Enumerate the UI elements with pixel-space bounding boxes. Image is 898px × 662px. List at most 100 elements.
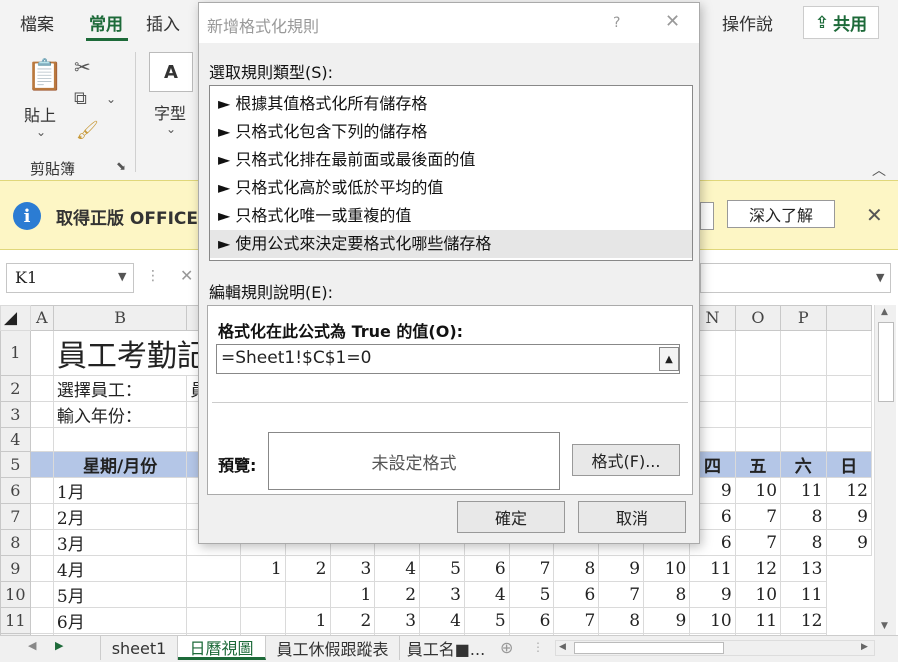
rule-item-unique[interactable]: ► 只格式化唯一或重複的值 <box>210 202 692 230</box>
cell[interactable]: 3月 <box>52 529 188 556</box>
cell[interactable]: 日 <box>825 451 872 478</box>
scroll-down-icon[interactable]: ▼ <box>881 621 888 631</box>
scroll-thumb[interactable] <box>574 642 724 654</box>
help-icon[interactable]: ? <box>613 15 620 31</box>
cell[interactable]: 9 <box>825 503 872 530</box>
cell[interactable]: 3 <box>419 581 465 608</box>
tab-file[interactable]: 檔案 <box>20 10 54 35</box>
close-icon[interactable]: ✕ <box>866 203 883 227</box>
row-header[interactable]: 10 <box>0 581 31 608</box>
tab-home[interactable]: 常用 <box>89 10 123 35</box>
font-icon[interactable]: A <box>149 52 193 92</box>
row-header[interactable]: 7 <box>0 503 31 530</box>
cell[interactable]: 9 <box>825 529 872 556</box>
collapse-dialog-icon[interactable]: ▲ <box>659 347 679 371</box>
cancel-button[interactable]: 取消 <box>578 501 686 533</box>
cell[interactable]: 星期/月份 <box>52 451 188 478</box>
cell[interactable]: 13 <box>780 555 827 582</box>
cell[interactable] <box>239 581 286 608</box>
scroll-left-icon[interactable]: ◀ <box>559 642 566 652</box>
cell[interactable]: 10 <box>689 607 736 634</box>
add-sheet-icon[interactable]: ⊕ <box>500 638 513 657</box>
cell[interactable]: 3 <box>329 555 376 582</box>
cell[interactable]: 1 <box>284 607 331 634</box>
ok-button[interactable]: 確定 <box>457 501 565 533</box>
cell[interactable]: 3 <box>374 607 421 634</box>
cell[interactable]: 8 <box>643 581 691 608</box>
sheet-tab-sheet1[interactable]: sheet1 <box>100 636 178 660</box>
cell[interactable]: 8 <box>780 503 827 530</box>
cell[interactable]: 12 <box>825 477 872 504</box>
name-box[interactable]: K1 <box>6 263 134 293</box>
cell[interactable]: 5 <box>419 555 465 582</box>
column-header[interactable]: A <box>29 305 54 331</box>
close-icon[interactable]: ✕ <box>665 11 680 32</box>
vertical-scrollbar[interactable]: ▲ ▼ <box>874 305 896 635</box>
cell[interactable]: 4 <box>463 581 510 608</box>
rule-item-contains[interactable]: ► 只格式化包含下列的儲存格 <box>210 118 692 146</box>
rule-item-value[interactable]: ► 根據其值格式化所有儲存格 <box>210 90 692 118</box>
row-header[interactable]: 9 <box>0 555 31 582</box>
rule-type-list[interactable]: ► 根據其值格式化所有儲存格 ► 只格式化包含下列的儲存格 ► 只格式化排在最前… <box>209 85 693 261</box>
paste-label[interactable]: 貼上 <box>24 102 56 126</box>
paste-dropdown-icon[interactable]: ⌄ <box>36 125 46 139</box>
formula-input[interactable]: =Sheet1!$C$1=0 ▲ <box>216 344 680 374</box>
cell[interactable]: 11 <box>780 477 827 504</box>
select-all-corner[interactable]: ◢ <box>0 305 31 331</box>
copy-dropdown-icon[interactable]: ⌄ <box>106 92 116 106</box>
row-header[interactable]: 6 <box>0 477 31 504</box>
sheet-tab-leave-tracker[interactable]: 員工休假跟蹤表 <box>266 636 400 660</box>
cell[interactable]: 4 <box>419 607 465 634</box>
scroll-up-icon[interactable]: ▲ <box>881 307 888 317</box>
cell[interactable] <box>239 607 286 634</box>
scroll-thumb[interactable] <box>878 322 894 402</box>
cell[interactable]: 1 <box>239 555 286 582</box>
row-header[interactable]: 11 <box>0 607 31 634</box>
rule-item-formula[interactable]: ► 使用公式來決定要格式化哪些儲存格 <box>210 230 692 258</box>
cell[interactable]: 10 <box>734 477 782 504</box>
cut-icon[interactable]: ✂ <box>74 55 91 79</box>
horizontal-scrollbar[interactable]: ◀ ▶ <box>555 640 875 656</box>
column-header[interactable]: B <box>52 305 188 331</box>
cell[interactable]: 7 <box>553 607 600 634</box>
tab-insert[interactable]: 插入 <box>146 10 180 35</box>
cell[interactable]: 6 <box>508 607 555 634</box>
row-header[interactable]: 5 <box>0 451 31 478</box>
cell[interactable]: 1 <box>329 581 376 608</box>
cell[interactable]: 選擇員工： <box>52 374 188 402</box>
cell[interactable]: 11 <box>734 607 782 634</box>
cell[interactable]: 2月 <box>52 503 188 530</box>
cell[interactable]: 8 <box>553 555 600 582</box>
row-header[interactable]: 1 <box>0 329 31 376</box>
font-dropdown-icon[interactable]: ⌄ <box>166 122 176 136</box>
cell[interactable]: 9 <box>598 555 645 582</box>
cell[interactable]: 9 <box>689 581 736 608</box>
cell[interactable]: 7 <box>508 555 555 582</box>
cell[interactable]: 2 <box>374 581 421 608</box>
row-header[interactable]: 2 <box>0 374 31 402</box>
sheet-tab-employee-list[interactable]: 員工名■... <box>400 636 492 660</box>
cancel-icon[interactable]: ✕ <box>180 266 193 285</box>
cell[interactable]: 6月 <box>52 607 188 634</box>
cell[interactable]: 6 <box>463 555 510 582</box>
cell[interactable] <box>284 581 331 608</box>
cell[interactable]: 12 <box>780 607 827 634</box>
row-header[interactable]: 3 <box>0 400 31 428</box>
cell[interactable]: 12 <box>734 555 782 582</box>
dialog-launcher-icon[interactable]: ⬊ <box>116 159 126 173</box>
cell[interactable]: 6 <box>553 581 600 608</box>
cell[interactable]: 輸入年份： <box>52 400 188 428</box>
cell[interactable]: 六 <box>780 451 827 478</box>
font-label[interactable]: 字型 <box>154 100 186 124</box>
rule-item-average[interactable]: ► 只格式化高於或低於平均的值 <box>210 174 692 202</box>
copy-icon[interactable]: ⧉ <box>74 88 87 109</box>
cell[interactable]: 10 <box>734 581 782 608</box>
format-painter-icon[interactable]: 🖌 <box>76 120 99 141</box>
cell[interactable]: 11 <box>780 581 827 608</box>
dialog-titlebar[interactable]: 新增格式化規則 ? ✕ <box>199 3 699 43</box>
row-header[interactable]: 4 <box>0 426 31 452</box>
share-button[interactable]: ⇪ 共用 <box>803 6 879 39</box>
cell[interactable]: 7 <box>734 529 782 556</box>
scroll-right-icon[interactable]: ▶ <box>861 642 868 652</box>
cell[interactable]: 10 <box>643 555 691 582</box>
